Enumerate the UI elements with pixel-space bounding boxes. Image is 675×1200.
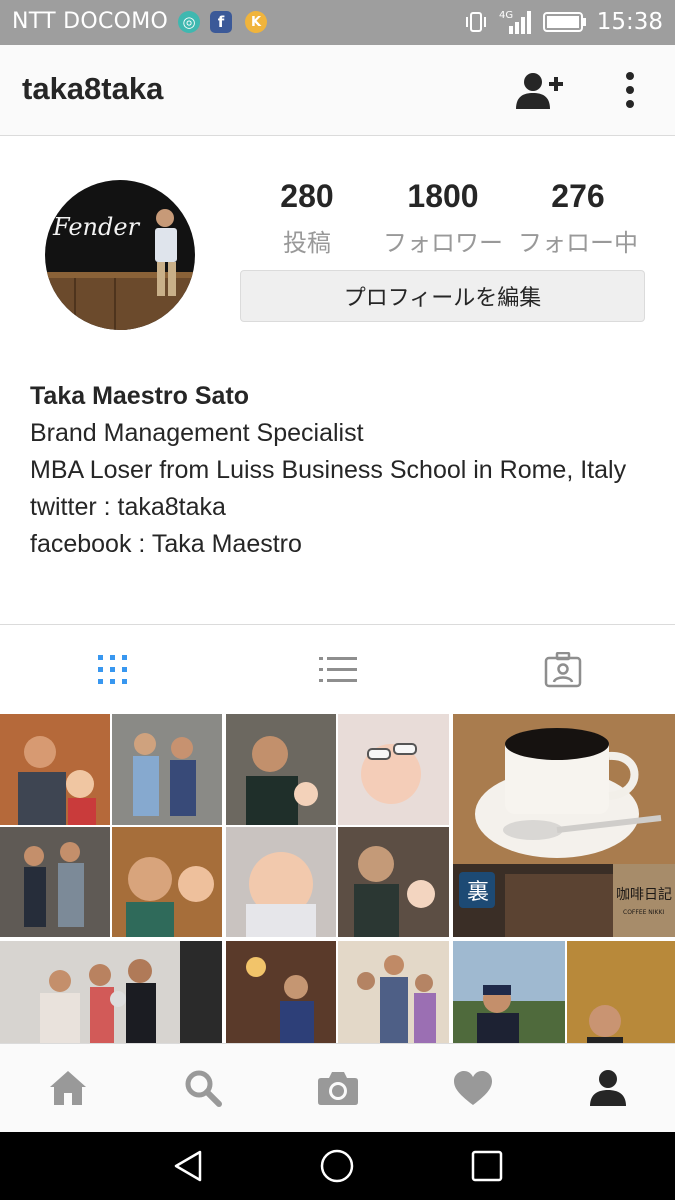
- tab-list[interactable]: [225, 625, 450, 714]
- following-label: フォロー中: [518, 229, 638, 257]
- photo-grid: 裏 咖啡日記 COFFEE NIKKI: [0, 714, 675, 1044]
- home-icon: [49, 1071, 86, 1105]
- followers-stat[interactable]: 1800 フォロワー: [376, 178, 510, 258]
- photo-tile[interactable]: [0, 714, 222, 937]
- sign-kanji: 裏: [467, 880, 489, 905]
- add-user-icon: [516, 73, 563, 109]
- nav-search[interactable]: [135, 1044, 270, 1132]
- photo-tile[interactable]: 裏 咖啡日記 COFFEE NIKKI: [453, 714, 675, 937]
- photo-tile[interactable]: [226, 941, 449, 1044]
- profile-header: taka8taka: [0, 45, 675, 136]
- photo-tile[interactable]: [0, 941, 222, 1044]
- profile-username: taka8taka: [22, 71, 164, 106]
- posts-label: 投稿: [283, 229, 331, 257]
- edit-profile-button[interactable]: プロフィールを編集: [240, 270, 645, 322]
- followers-label: フォロワー: [383, 229, 503, 257]
- tab-tagged[interactable]: [450, 625, 675, 714]
- nav-camera[interactable]: [270, 1044, 405, 1132]
- followers-count: 1800: [407, 178, 479, 214]
- tagged-icon: [544, 651, 581, 687]
- sign-text: 咖啡日記: [616, 886, 672, 903]
- more-options-button[interactable]: [616, 71, 644, 111]
- app-notification-icon: ◎: [178, 11, 200, 33]
- bio-facebook-line: facebook : Taka Maestro: [30, 530, 302, 558]
- search-icon: [185, 1070, 222, 1107]
- battery-icon: [542, 12, 586, 32]
- bio-line: Brand Management Specialist: [30, 419, 364, 447]
- signal-icon: 4G: [499, 10, 531, 34]
- network-type: 4G: [499, 10, 513, 21]
- avatar-photo: Fender: [45, 180, 195, 330]
- bio-twitter-line: twitter : taka8taka: [30, 493, 226, 521]
- nav-profile[interactable]: [540, 1044, 675, 1132]
- k-app-icon: K: [245, 11, 267, 33]
- carrier-name: NTT DOCOMO: [12, 9, 169, 34]
- add-user-button[interactable]: [514, 71, 566, 111]
- facebook-icon: f: [210, 11, 232, 33]
- bottom-navigation: [0, 1043, 675, 1132]
- posts-stat[interactable]: 280 投稿: [267, 178, 347, 258]
- grid-icon: [97, 654, 127, 684]
- following-stat[interactable]: 276 フォロー中: [512, 178, 644, 258]
- following-count: 276: [551, 178, 605, 214]
- bio-line: MBA Loser from Luiss Business School in …: [30, 456, 627, 484]
- photo-tile[interactable]: [226, 714, 449, 937]
- camera-icon: [317, 1072, 358, 1105]
- status-bar: NTT DOCOMO ◎ f K 4G 15:38: [0, 0, 675, 45]
- nav-home[interactable]: [0, 1044, 135, 1132]
- list-icon: [318, 656, 357, 682]
- avatar-sign-text: Fender: [52, 213, 141, 241]
- system-navigation-bar: [0, 1132, 675, 1200]
- sign-subtext: COFFEE NIKKI: [623, 909, 664, 916]
- recents-icon[interactable]: [469, 1148, 505, 1184]
- home-circle-icon[interactable]: [319, 1148, 355, 1184]
- photo-tile[interactable]: [453, 941, 675, 1044]
- profile-bio: Taka Maestro Sato Brand Management Speci…: [30, 378, 650, 563]
- vibrate-icon: [465, 12, 486, 32]
- clock: 15:38: [596, 9, 663, 35]
- more-vertical-icon: [626, 72, 634, 108]
- tab-grid[interactable]: [0, 625, 225, 714]
- profile-icon: [589, 1070, 626, 1106]
- nav-activity[interactable]: [405, 1044, 540, 1132]
- status-indicators: 4G 15:38: [463, 8, 663, 36]
- back-icon[interactable]: [170, 1148, 206, 1184]
- bio-full-name: Taka Maestro Sato: [30, 382, 250, 410]
- profile-avatar[interactable]: Fender: [45, 180, 195, 330]
- heart-icon: [453, 1071, 492, 1105]
- posts-count: 280: [280, 178, 334, 214]
- profile-view-tabs: [0, 624, 675, 714]
